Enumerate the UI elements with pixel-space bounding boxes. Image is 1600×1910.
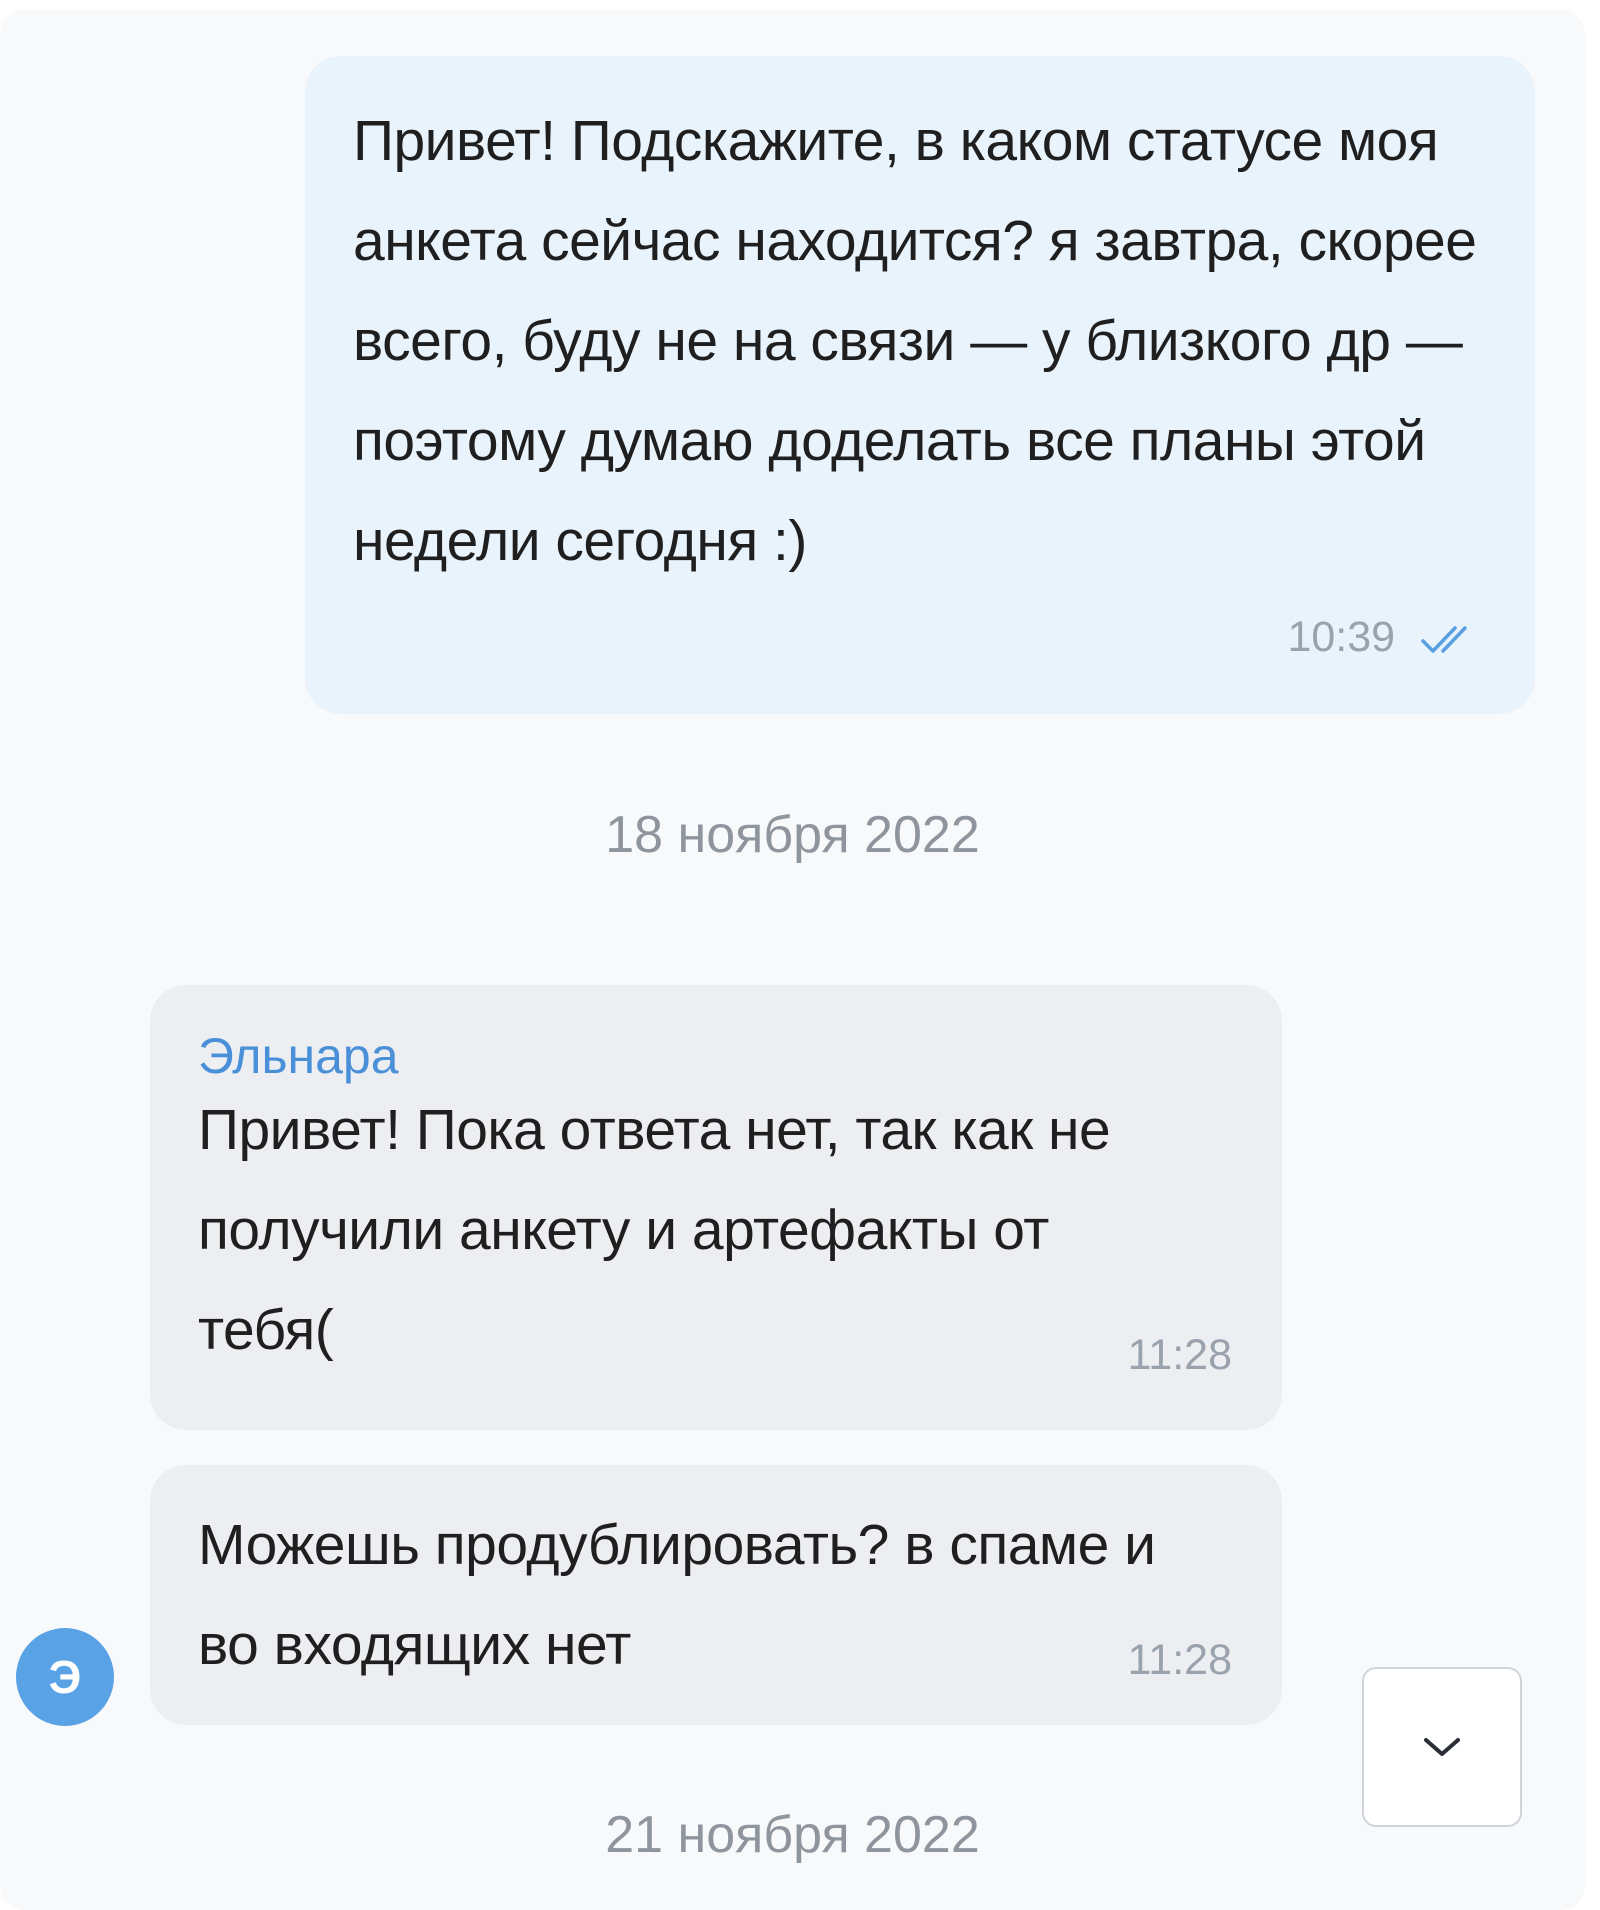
scroll-down-button[interactable] bbox=[1362, 1667, 1522, 1827]
message-time: 11:28 bbox=[1127, 1331, 1232, 1379]
incoming-message[interactable]: Можешь продублировать? в спаме и во вход… bbox=[150, 1465, 1282, 1725]
message-text: Привет! Пока ответа нет, так как не полу… bbox=[198, 1098, 1111, 1362]
message-meta: 10:39 bbox=[1287, 613, 1485, 662]
double-check-icon bbox=[1421, 625, 1467, 653]
chevron-down-icon bbox=[1424, 1738, 1460, 1756]
incoming-message[interactable]: Эльнара Привет! Пока ответа нет, так как… bbox=[150, 985, 1282, 1430]
avatar[interactable]: Э bbox=[16, 1628, 114, 1726]
message-text: Можешь продублировать? в спаме и во вход… bbox=[198, 1513, 1156, 1677]
date-separator: 21 ноября 2022 bbox=[605, 1806, 980, 1864]
outgoing-message[interactable]: Привет! Подскажите, в каком статусе моя … bbox=[305, 56, 1535, 714]
date-separator: 18 ноября 2022 bbox=[605, 806, 980, 864]
message-time: 10:39 bbox=[1287, 613, 1396, 661]
sender-name[interactable]: Эльнара bbox=[198, 1027, 399, 1085]
message-time: 11:28 bbox=[1127, 1636, 1232, 1684]
chat-panel: Привет! Подскажите, в каком статусе моя … bbox=[0, 10, 1585, 1910]
message-text: Привет! Подскажите, в каком статусе моя … bbox=[353, 109, 1477, 573]
